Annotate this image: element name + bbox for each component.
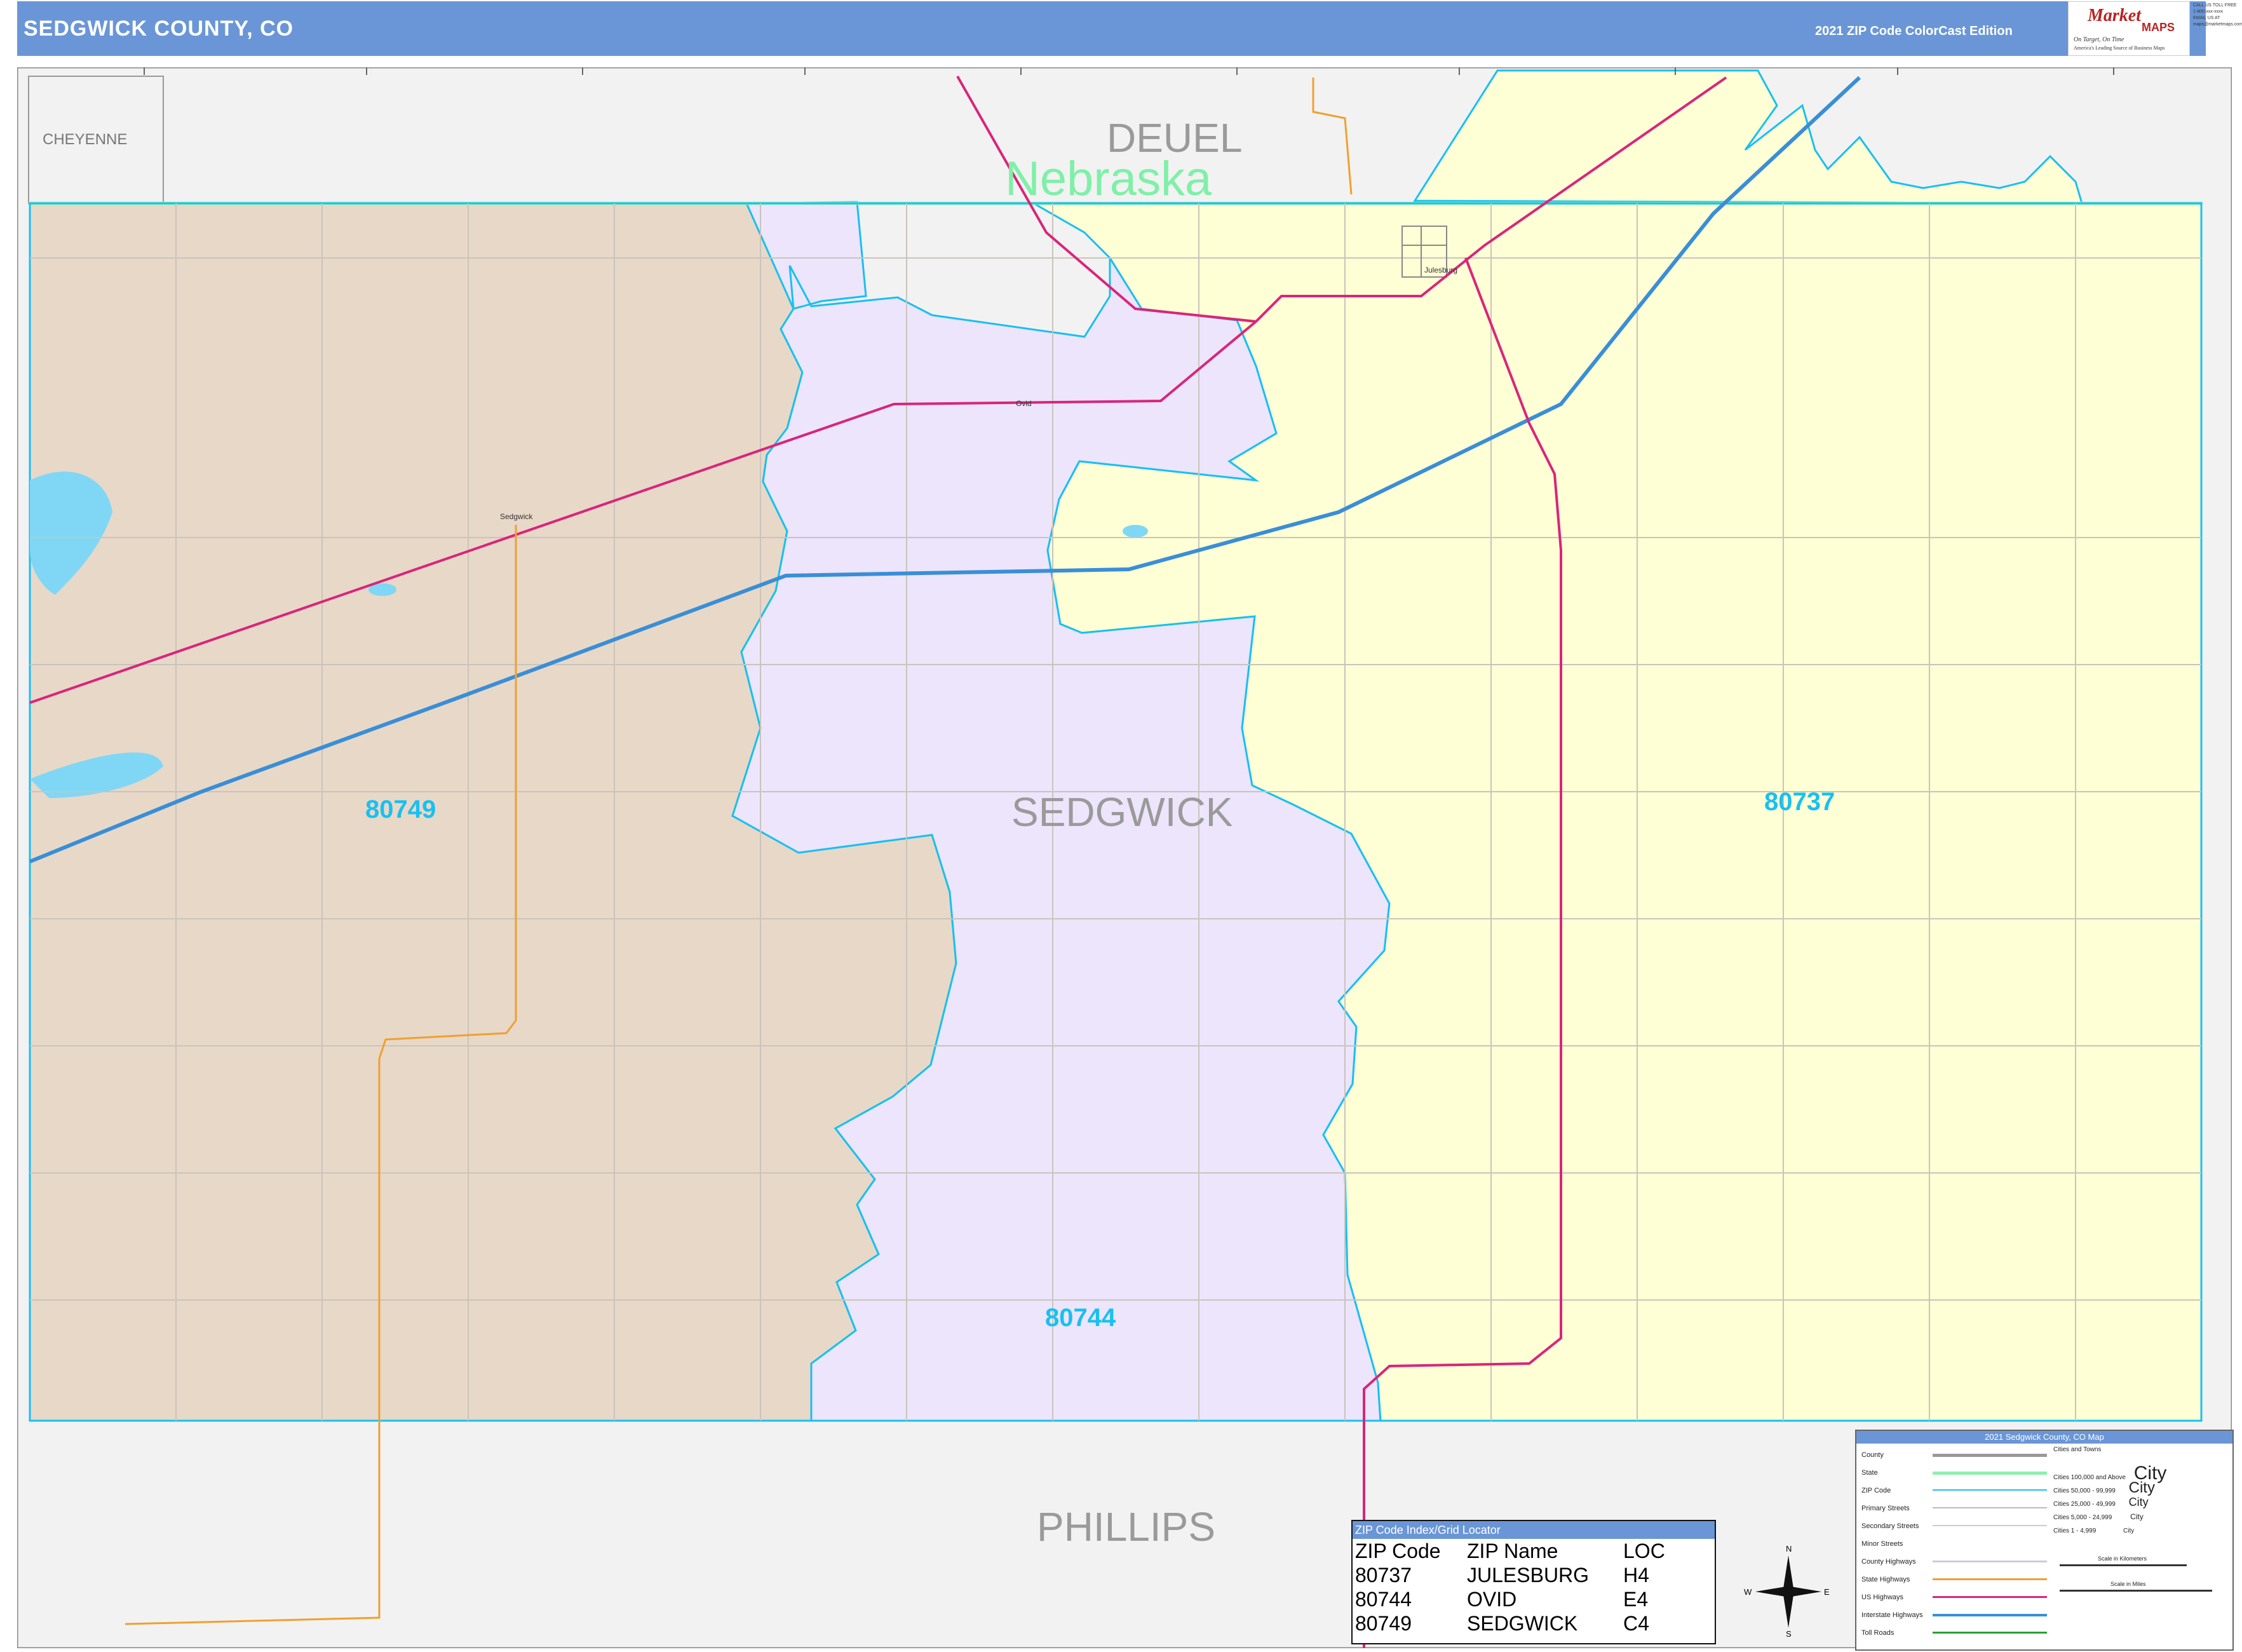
scale-mi-label: Scale in Miles bbox=[2110, 1581, 2146, 1587]
city-size-label: Cities 5,000 - 24,999 bbox=[2053, 1514, 2112, 1521]
city-size-label: Cities 50,000 - 99,999 bbox=[2053, 1487, 2116, 1494]
zip-index-table: ZIP Code Index/Grid Locator ZIP Code ZIP… bbox=[1351, 1520, 1716, 1644]
county-label-cheyenne: CHEYENNE bbox=[43, 131, 128, 148]
table-row[interactable]: 80749 SEDGWICK C4 bbox=[1354, 1611, 1668, 1635]
loc-cell: E4 bbox=[1623, 1588, 1649, 1611]
legend-secondary: Secondary Streets bbox=[1861, 1522, 1919, 1530]
legend-cities-title: Cities and Towns bbox=[2053, 1446, 2102, 1453]
contact-line: maps@marketmaps.com bbox=[2193, 22, 2242, 27]
contact-info: CALL US TOLL FREE 1-800-xxx-xxxx EMAIL U… bbox=[2193, 3, 2242, 53]
map-legend: 2021 Sedgwick County, CO Map County Stat… bbox=[1855, 1430, 2234, 1651]
legend-primary: Primary Streets bbox=[1861, 1505, 1910, 1512]
legend-us-hwy: US Highways bbox=[1861, 1594, 1904, 1601]
city-size-label: Cities 1 - 4,999 bbox=[2053, 1527, 2097, 1534]
logo-tagline: On Target, On Time bbox=[2074, 36, 2124, 43]
legend-city-5: Cities 1 - 4,999 City bbox=[2053, 1527, 2134, 1534]
county-label-phillips: PHILLIPS bbox=[1037, 1504, 1216, 1550]
legend-minor: Minor Streets bbox=[1861, 1540, 1903, 1548]
state-label: Nebraska bbox=[1005, 152, 1212, 206]
city-sample: City bbox=[2123, 1527, 2135, 1534]
legend-state-hwy-swatch bbox=[1933, 1578, 2047, 1580]
scale-km-bar bbox=[2060, 1564, 2187, 1566]
legend-zip-swatch bbox=[1933, 1489, 2047, 1491]
legend-us-hwy-swatch bbox=[1933, 1596, 2047, 1598]
legend-state: State bbox=[1861, 1469, 1878, 1477]
table-row[interactable]: 80744 OVID E4 bbox=[1354, 1587, 1668, 1611]
name-col-header: ZIP Name bbox=[1467, 1540, 1558, 1562]
zip-cell: 80737 bbox=[1355, 1564, 1412, 1587]
contact-line: EMAIL US AT bbox=[2193, 16, 2220, 20]
zip-index-grid: ZIP Code ZIP Name LOC 80737 JULESBURG H4… bbox=[1354, 1539, 1668, 1635]
zip-index-header-row: ZIP Code ZIP Name LOC bbox=[1354, 1539, 1668, 1563]
legend-city-3: Cities 25,000 - 49,999 City bbox=[2053, 1496, 2149, 1509]
contact-line: 1-800-xxx-xxxx bbox=[2193, 10, 2224, 14]
zip-label-80749: 80749 bbox=[365, 796, 436, 823]
city-sample: City bbox=[2130, 1512, 2144, 1521]
name-cell: SEDGWICK bbox=[1467, 1612, 1578, 1635]
logo-maps: MAPS bbox=[2142, 21, 2175, 34]
legend-secondary-swatch bbox=[1933, 1525, 2047, 1526]
city-sample: City bbox=[2128, 1496, 2149, 1508]
zip-index-title: ZIP Code Index/Grid Locator bbox=[1353, 1521, 1715, 1539]
pond bbox=[1123, 525, 1148, 538]
town-label-julesburg: Julesburg bbox=[1424, 266, 1458, 274]
legend-county-hwy-swatch bbox=[1933, 1561, 2047, 1562]
legend-interstate: Interstate Highways bbox=[1861, 1611, 1923, 1619]
edition-label: 2021 ZIP Code ColorCast Edition bbox=[1815, 24, 2013, 38]
legend-toll: Toll Roads bbox=[1861, 1629, 1894, 1637]
loc-cell: H4 bbox=[1623, 1564, 1649, 1587]
legend-county: County bbox=[1861, 1451, 1884, 1459]
map-canvas[interactable]: DEUEL Nebraska CHEYENNE SEDGWICK PHILLIP… bbox=[16, 66, 2233, 1649]
compass-rose: N S E W bbox=[1744, 1544, 1833, 1639]
legend-primary-swatch bbox=[1933, 1507, 2047, 1508]
county-label-sedgwick: SEDGWICK bbox=[1011, 789, 1233, 835]
zip-label-80744: 80744 bbox=[1045, 1304, 1116, 1332]
zip-col-header: ZIP Code bbox=[1355, 1540, 1441, 1562]
legend-city-2: Cities 50,000 - 99,999 City bbox=[2053, 1479, 2155, 1497]
legend-toll-swatch bbox=[1933, 1632, 2047, 1634]
legend-county-swatch bbox=[1933, 1454, 2047, 1457]
map-svg[interactable] bbox=[16, 66, 2233, 1649]
logo-brand: Market bbox=[2088, 6, 2141, 25]
loc-cell: C4 bbox=[1623, 1612, 1649, 1635]
title-bar: SEDGWICK COUNTY, CO 2021 ZIP Code ColorC… bbox=[17, 1, 2206, 56]
legend-city-4: Cities 5,000 - 24,999 City bbox=[2053, 1512, 2144, 1521]
compass-icon bbox=[1755, 1555, 1821, 1628]
logo-subline: America's Leading Source of Business Map… bbox=[2074, 45, 2165, 51]
loc-col-header: LOC bbox=[1623, 1540, 1665, 1562]
legend-interstate-swatch bbox=[1933, 1614, 2047, 1616]
name-cell: JULESBURG bbox=[1467, 1564, 1590, 1587]
city-sample: City bbox=[2128, 1479, 2155, 1496]
zip-cell: 80749 bbox=[1355, 1612, 1412, 1635]
compass-e: E bbox=[1824, 1587, 1830, 1597]
scale-mi-bar bbox=[2060, 1590, 2212, 1592]
publisher-logo[interactable]: Market MAPS On Target, On Time America's… bbox=[2068, 1, 2190, 56]
map-title: SEDGWICK COUNTY, CO bbox=[24, 17, 294, 41]
scale-km-label: Scale in Kilometers bbox=[2098, 1555, 2147, 1562]
legend-state-swatch bbox=[1933, 1472, 2047, 1475]
compass-s: S bbox=[1786, 1629, 1792, 1639]
town-label-ovid: Ovid bbox=[1016, 399, 1032, 408]
legend-zip: ZIP Code bbox=[1861, 1487, 1891, 1494]
town-label-sedgwick: Sedgwick bbox=[500, 512, 533, 521]
compass-n: N bbox=[1786, 1544, 1792, 1554]
name-cell: OVID bbox=[1467, 1588, 1517, 1611]
legend-title: 2021 Sedgwick County, CO Map bbox=[1856, 1431, 2232, 1444]
city-size-label: Cities 25,000 - 49,999 bbox=[2053, 1501, 2116, 1508]
zip-label-80737: 80737 bbox=[1764, 788, 1835, 816]
table-row[interactable]: 80737 JULESBURG H4 bbox=[1354, 1563, 1668, 1587]
contact-line: CALL US TOLL FREE bbox=[2193, 3, 2237, 8]
zip-cell: 80744 bbox=[1355, 1588, 1412, 1611]
compass-w: W bbox=[1744, 1587, 1752, 1597]
legend-state-hwy: State Highways bbox=[1861, 1576, 1910, 1583]
legend-county-hwy: County Highways bbox=[1861, 1558, 1916, 1566]
